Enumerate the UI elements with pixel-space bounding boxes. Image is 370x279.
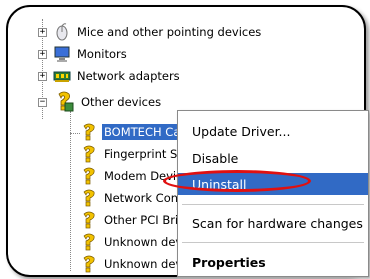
expand-icon[interactable]: + <box>38 49 47 59</box>
unknown-device-icon <box>80 233 98 251</box>
context-menu: Update Driver... Disable Uninstall Scan … <box>177 110 369 277</box>
tree-category-label: Other devices <box>81 95 162 109</box>
tree-category-network-adapters[interactable]: + Network adapters <box>38 65 182 87</box>
tree-item-fingerprint[interactable]: Fingerprint Se <box>80 143 186 165</box>
tree-item-label: Unknown devi <box>104 257 186 271</box>
tree-item-network-controller[interactable]: Network Cont <box>80 187 185 209</box>
expand-icon[interactable]: + <box>38 71 47 81</box>
menu-separator <box>182 242 364 243</box>
network-adapter-icon <box>53 67 71 85</box>
tree-category-other-devices[interactable]: − Other devices <box>38 91 163 113</box>
tree-connector <box>70 111 71 271</box>
menu-separator <box>182 204 364 205</box>
tree-item-label: BOMTECH Car <box>102 124 188 140</box>
tree-item-bomtech[interactable]: BOMTECH Car <box>80 121 188 143</box>
annotation-highlight-oval <box>163 170 311 192</box>
unknown-device-icon <box>80 255 98 273</box>
menu-item-disable[interactable]: Disable <box>178 147 368 169</box>
tree-item-label: Fingerprint Se <box>104 147 185 161</box>
collapse-icon[interactable]: − <box>38 97 47 107</box>
expand-icon[interactable]: + <box>38 27 47 37</box>
tree-item-other-pci-bridge[interactable]: Other PCI Bric <box>80 209 186 231</box>
tree-item-label: Network Cont <box>104 191 183 205</box>
unknown-device-icon <box>80 211 98 229</box>
menu-item-properties[interactable]: Properties <box>178 251 368 273</box>
tree-category-label: Monitors <box>77 47 127 61</box>
tree-category-label: Network adapters <box>77 69 180 83</box>
tree-category-mice[interactable]: + Mice and other pointing devices <box>38 21 263 43</box>
monitor-icon <box>53 45 71 63</box>
tree-category-label: Mice and other pointing devices <box>77 25 262 39</box>
unknown-device-icon <box>53 91 75 113</box>
tree-item-unknown-device[interactable]: Unknown devi <box>80 231 187 253</box>
menu-item-scan-hardware[interactable]: Scan for hardware changes <box>178 212 368 234</box>
tree-connector <box>70 133 80 134</box>
unknown-device-icon <box>80 167 98 185</box>
tree-item-label: Other PCI Bric <box>104 213 185 227</box>
tree-item-label: Unknown devi <box>104 235 186 249</box>
unknown-device-icon <box>80 123 98 141</box>
mouse-icon <box>53 23 71 41</box>
tree-category-monitors[interactable]: + Monitors <box>38 43 129 65</box>
unknown-device-icon <box>80 189 98 207</box>
unknown-device-icon <box>80 145 98 163</box>
tree-item-unknown-device[interactable]: Unknown devi <box>80 253 187 275</box>
menu-item-update-driver[interactable]: Update Driver... <box>178 120 368 142</box>
